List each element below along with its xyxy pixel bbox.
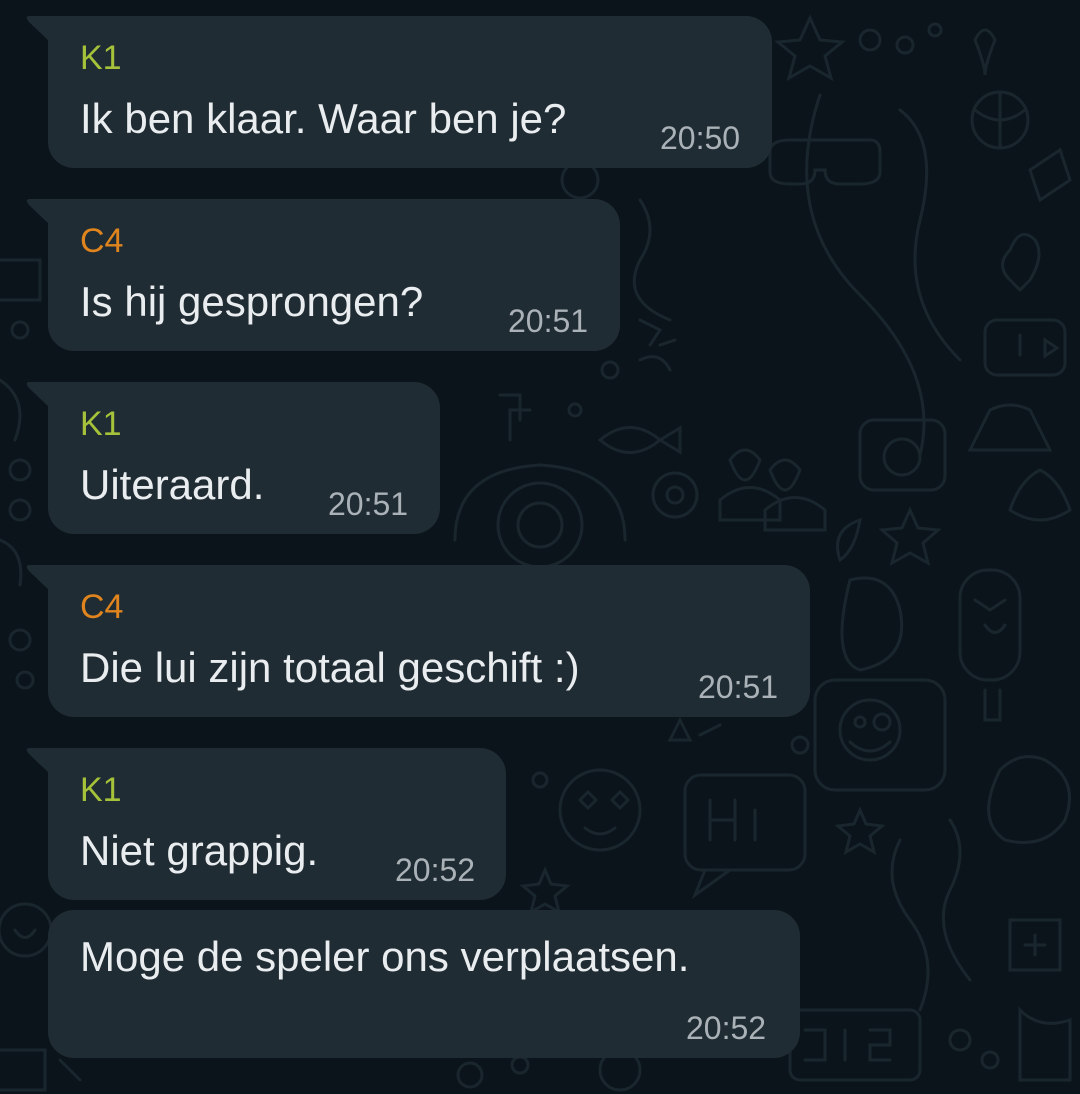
- sender-name: C4: [80, 588, 124, 626]
- sender-name: K1: [80, 39, 122, 77]
- message-text: Uiteraard.: [80, 461, 265, 508]
- message-text: Is hij gesprongen?: [80, 278, 424, 325]
- sender-name: K1: [80, 771, 122, 809]
- message-timestamp: 20:52: [686, 1010, 767, 1046]
- message-bubble[interactable]: Moge de speler ons verplaatsen. 20:52: [48, 910, 800, 1058]
- message-text: Ik ben klaar. Waar ben je?: [80, 95, 567, 142]
- message-text: Moge de speler ons verplaatsen.: [80, 933, 690, 980]
- message-timestamp: 20:52: [395, 852, 476, 888]
- bubble-tail: [26, 565, 50, 591]
- message-bubble[interactable]: K1 Ik ben klaar. Waar ben je? 20:50: [26, 16, 772, 168]
- bubble-tail: [26, 748, 50, 774]
- sender-name: K1: [80, 405, 122, 443]
- bubble-tail: [26, 382, 50, 408]
- message-text: Die lui zijn totaal geschift :): [80, 644, 580, 691]
- message-list[interactable]: K1 Ik ben klaar. Waar ben je? 20:50 C4 I…: [0, 0, 1080, 1094]
- message-timestamp: 20:51: [328, 486, 409, 522]
- bubble-tail: [26, 199, 50, 225]
- message-timestamp: 20:51: [508, 303, 589, 339]
- message-timestamp: 20:50: [660, 120, 741, 156]
- message-timestamp: 20:51: [698, 669, 779, 705]
- bubble-tail: [26, 16, 50, 42]
- message-bubble[interactable]: C4 Is hij gesprongen? 20:51: [26, 199, 620, 351]
- message-bubble[interactable]: K1 Uiteraard. 20:51: [26, 382, 440, 534]
- sender-name: C4: [80, 222, 124, 260]
- message-text: Niet grappig.: [80, 827, 319, 874]
- message-bubble[interactable]: K1 Niet grappig. 20:52: [26, 748, 506, 900]
- message-bubble[interactable]: C4 Die lui zijn totaal geschift :) 20:51: [26, 565, 810, 717]
